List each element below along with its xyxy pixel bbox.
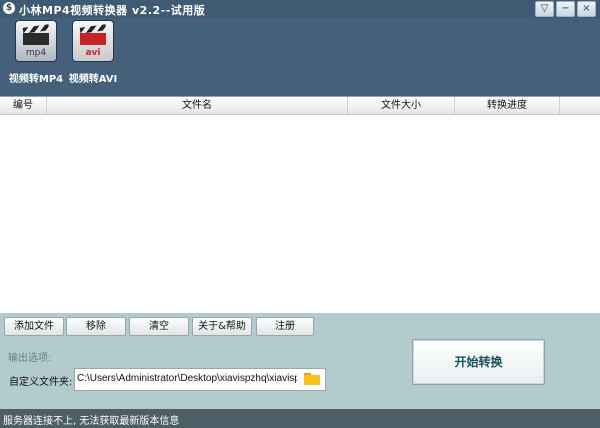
output-folder-field bbox=[74, 368, 326, 391]
add-file-button[interactable]: 添加文件 bbox=[4, 317, 64, 336]
column-index[interactable]: 编号 bbox=[0, 97, 47, 114]
title-bar: $ 小林MP4视频转换器 v2.2--试用版 ▽ − × bbox=[0, 0, 600, 18]
custom-folder-label: 自定义文件夹: bbox=[9, 377, 73, 388]
format-label-avi: avi bbox=[85, 48, 101, 58]
clapperboard-mp4-icon: mp4 bbox=[15, 20, 57, 62]
toolbar: mp4 视频转MP4 avi 视频转AVI bbox=[0, 18, 600, 90]
status-message: 服务器连接不上, 无法获取最新版本信息 bbox=[3, 416, 180, 427]
register-button[interactable]: 注册 bbox=[256, 317, 314, 336]
convert-to-avi-button[interactable]: avi 视频转AVI bbox=[61, 20, 125, 85]
folder-icon[interactable] bbox=[304, 373, 320, 385]
close-button[interactable]: × bbox=[577, 1, 596, 17]
status-bar: 服务器连接不上, 无法获取最新版本信息 bbox=[0, 409, 600, 428]
start-conversion-button[interactable]: 开始转换 bbox=[413, 340, 544, 384]
window-title: 小林MP4视频转换器 v2.2--试用版 bbox=[19, 4, 206, 17]
convert-to-mp4-button[interactable]: mp4 视频转MP4 bbox=[4, 20, 68, 85]
menu-dropdown-icon[interactable]: ▽ bbox=[535, 1, 554, 17]
bottom-panel: 添加文件 移除 清空 关于&帮助 注册 输出选项: 自定义文件夹: 开始转换 bbox=[0, 313, 600, 409]
output-folder-input[interactable] bbox=[77, 371, 297, 386]
column-filler bbox=[560, 97, 600, 114]
output-options-label: 输出选项: bbox=[8, 353, 52, 364]
clapperboard-avi-icon: avi bbox=[72, 20, 114, 62]
window-controls: ▽ − × bbox=[535, 1, 596, 17]
file-list[interactable]: 编号 文件名 文件大小 转换进度 bbox=[0, 96, 600, 314]
column-progress[interactable]: 转换进度 bbox=[455, 97, 560, 114]
remove-button[interactable]: 移除 bbox=[66, 317, 126, 336]
format-label-mp4: mp4 bbox=[25, 48, 47, 58]
app-logo-icon: $ bbox=[3, 2, 15, 14]
clear-button[interactable]: 清空 bbox=[129, 317, 189, 336]
column-filename[interactable]: 文件名 bbox=[47, 97, 348, 114]
about-help-button[interactable]: 关于&帮助 bbox=[192, 317, 252, 336]
table-header: 编号 文件名 文件大小 转换进度 bbox=[0, 97, 600, 115]
tool-label-avi: 视频转AVI bbox=[68, 74, 118, 85]
minimize-button[interactable]: − bbox=[556, 1, 575, 17]
column-filesize[interactable]: 文件大小 bbox=[348, 97, 455, 114]
tool-label-mp4: 视频转MP4 bbox=[8, 74, 64, 85]
